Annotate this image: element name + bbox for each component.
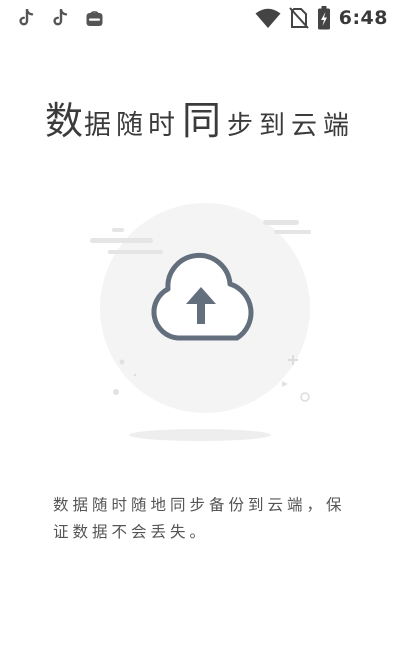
title-part: 步到云端 bbox=[227, 111, 356, 141]
description-line: 证数据不会丢失。 bbox=[53, 523, 210, 541]
tiktok-icon bbox=[53, 9, 68, 26]
battery-charging-icon bbox=[317, 6, 330, 30]
description-line: 数据随时随地同步备份到云端，保 bbox=[53, 496, 346, 514]
title-part: 同 bbox=[181, 99, 221, 144]
title-part: 据随时 bbox=[83, 110, 180, 141]
tiktok-icon bbox=[19, 9, 34, 26]
app-store-icon bbox=[86, 10, 103, 26]
status-bar: 6:48 bbox=[0, 0, 400, 36]
cloud-upload-illustration bbox=[90, 203, 311, 441]
no-sim-icon bbox=[288, 7, 309, 29]
page-title: 数据随时同 步到云端 bbox=[0, 90, 400, 146]
feature-description: 数据随时随地同步备份到云端，保 证数据不会丢失。 bbox=[53, 492, 353, 546]
notification-icons bbox=[18, 9, 103, 27]
title-part: 数 bbox=[44, 99, 84, 143]
system-icons: 6:48 bbox=[255, 6, 388, 30]
clock: 6:48 bbox=[338, 7, 388, 29]
wifi-icon bbox=[255, 8, 281, 28]
illustration-shadow bbox=[129, 429, 271, 441]
